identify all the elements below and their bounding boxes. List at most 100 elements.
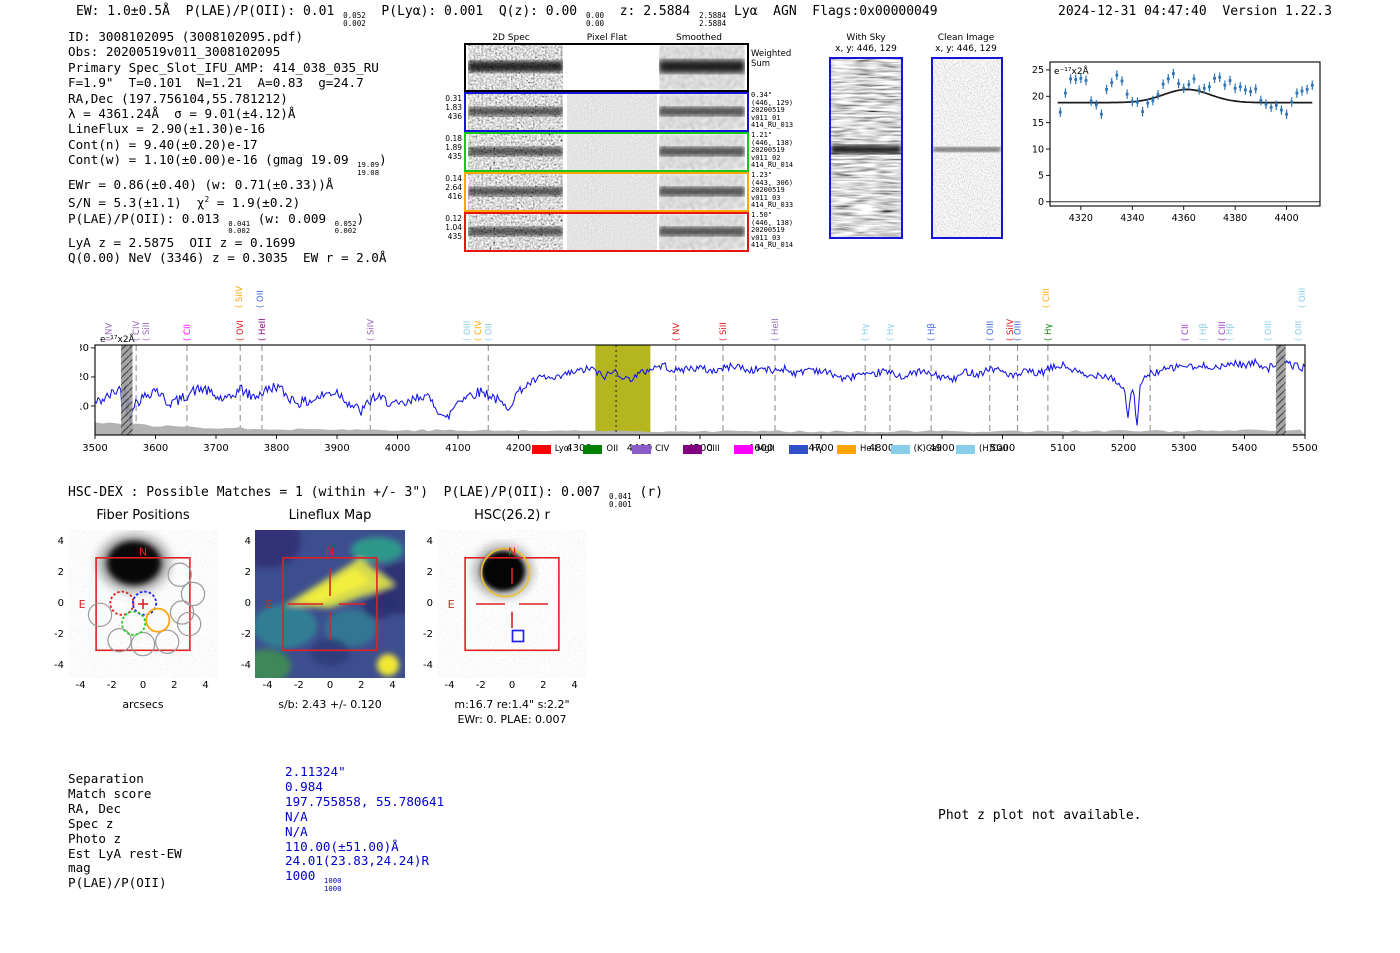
emission-line-label: ( SiIV [235, 286, 245, 308]
match-field-label: Separation [68, 771, 144, 786]
svg-text:30: 30 [80, 343, 89, 354]
legend-item: OII [583, 444, 618, 454]
cutout-row [464, 92, 749, 132]
hsc-mag-label: m:16.7 re:1.4" s:2.2" [454, 698, 570, 711]
match-field-value: 1000 1000 1000 [285, 868, 342, 894]
svg-text:10: 10 [1032, 144, 1044, 155]
x-tick-label: -2 [106, 680, 117, 691]
match-field-value: N/A [285, 808, 308, 824]
x-tick-label: -2 [475, 680, 486, 691]
cutout-row [464, 212, 749, 252]
y-tick-label: 0 [244, 598, 251, 609]
cutout-cell [468, 94, 563, 130]
cutout-row-id: 1.21" (446, 138) 20200519 v011_02 414_RU_014 [751, 131, 794, 170]
north-label: N [508, 545, 516, 558]
svg-text:4320: 4320 [1069, 213, 1093, 224]
clean-image [931, 57, 1003, 239]
col-header-pixel-flat: Pixel Flat [586, 33, 628, 43]
svg-text:4380: 4380 [1223, 213, 1247, 224]
match-table-labels: Separation Match score RA, Dec Spec z Photo … [68, 771, 182, 891]
match-field-value: 110.00(±51.00)Å [285, 838, 399, 854]
y-tick-label: 4 [57, 536, 64, 548]
with-sky-title: With Sky x, y: 446, 129 [835, 33, 897, 54]
measurement-line: Q(0.00) NeV (3346) z = 0.3035 EW r = 2.0… [68, 250, 387, 266]
match-field-label: RA, Dec [68, 800, 122, 816]
cutout-row-id: 0.34" (446, 129) 20200519 v011_01 414_RU_013 [751, 91, 794, 130]
match-field-label: mag [68, 860, 91, 876]
match-table-values: 2.11324" 0.984 197.755858, 55.780641 N/A N/A… [285, 764, 445, 894]
report-version: Version 1.22.3 [1222, 4, 1332, 19]
cutout-row-stats: 0.18 1.89 435 [445, 134, 462, 161]
weighted-pixel-flat-blank [567, 45, 657, 90]
photz-unavailable-note: Phot z plot not available. [938, 808, 1142, 823]
east-label: E [79, 598, 86, 611]
emission-line-label: ( SiII [719, 322, 729, 341]
cutout-cell [659, 134, 745, 170]
north-label: N [139, 545, 147, 558]
emission-line-label: ( HeII [771, 318, 781, 341]
report-datetime: 2024-12-31 04:47:40 [1058, 4, 1207, 19]
cutout-row-id: 1.50" (446, 138) 20200519 v011_03 414_RU_014 [751, 211, 794, 250]
legend-item: CIV [632, 444, 669, 454]
measurement-line: LineFlux = 2.90(±1.30)e-16 [68, 121, 266, 137]
y-tick-label: 4 [426, 536, 433, 548]
emission-line-label: ( CIV [474, 321, 484, 341]
emission-line-label: ( OIII [1014, 321, 1024, 341]
emission-line-label: ( CIV [132, 321, 142, 341]
emission-line-label: ( OIII [986, 321, 996, 341]
signal-highlight-band [595, 345, 651, 435]
match-field-label: P(LAE)/P(OII) [68, 875, 167, 891]
svg-text:25: 25 [1032, 65, 1044, 76]
match-field-value: 197.755858, 55.780641 [285, 793, 445, 809]
elixer-report-page: EW: 1.0±0.5Å P(LAE)/P(OII): 0.01 0.052 0.… [0, 0, 1400, 953]
emission-line-label: ( HeII [258, 318, 268, 341]
svg-text:20: 20 [1032, 92, 1044, 103]
measurement-block: ID: 3008102095 (3008102095.pdf) Obs: 2020… [68, 29, 387, 266]
cutout-row-stats: 0.31 1.83 436 [445, 94, 462, 121]
full-spectrum-plot: 3500360037003800390040004100420043004400… [80, 286, 1318, 454]
weighted-sum-label: Weighted Sum [751, 49, 792, 69]
measurement-line: ID: 3008102095 (3008102095.pdf) [68, 29, 304, 44]
x-tick-label: 2 [540, 680, 547, 691]
emission-line-label: ( CII [183, 324, 193, 341]
x-tick-label: -4 [262, 680, 273, 691]
match-field-label: Spec z [68, 815, 114, 831]
svg-text:20: 20 [80, 372, 89, 383]
svg-text:5400: 5400 [1232, 443, 1257, 454]
weighted-2d-spec-image [468, 45, 563, 90]
match-field-value: N/A [285, 823, 308, 839]
emission-line-label: ( CIII [1042, 289, 1052, 308]
spectrum-line [94, 355, 1306, 426]
measurement-line: EWr = 0.86(±0.40) (w: 0.71(±0.33))Å [68, 176, 334, 192]
measurement-line: RA,Dec (197.756104,55.781212) [68, 90, 288, 106]
y-tick-label: 0 [57, 598, 64, 609]
cutout-row [464, 132, 749, 172]
svg-text:5500: 5500 [1292, 443, 1317, 454]
emission-line-label: ( OVI [236, 320, 246, 341]
measurement-line: S/N = 5.3(±1.1) χ2 = 1.9(±0.2) [68, 195, 301, 211]
emission-line-label: ( Hγ [886, 324, 896, 341]
emission-line-label: ( Hγ [861, 324, 871, 341]
x-tick-label: -2 [293, 680, 304, 691]
emission-line-label: ( OII [256, 290, 266, 308]
with-sky-image [829, 57, 903, 239]
emission-line-label: ( OIII [1298, 288, 1308, 308]
cutout-row-stats: 0.14 2.64 416 [445, 174, 462, 201]
y-tick-label: -2 [241, 628, 251, 640]
emission-line-label: ( Hβ [1199, 323, 1209, 341]
lineflux-map-image: NE [255, 530, 405, 678]
legend-item: MgII [733, 444, 775, 454]
measurement-line: Primary Spec_Slot_IFU_AMP: 414_038_035_R… [68, 59, 379, 75]
legend-item: HeII [837, 444, 877, 454]
spectrum-legend: Lyα OII CIV CIII MgII Hγ HeII (K)CaII (H)CaII [420, 444, 1120, 454]
svg-text:3900: 3900 [324, 443, 349, 454]
emission-line-label: ( Hγ [1044, 324, 1054, 341]
y-tick-label: 2 [244, 567, 251, 579]
y-tick-label: -4 [54, 659, 64, 671]
measurement-line: Cont(n) = 9.40(±0.20)e-17 [68, 136, 258, 152]
y-tick-label: 4 [244, 536, 251, 548]
fiber-positions-title: Fiber Positions [96, 508, 190, 523]
spectrum-axis-ticks: 3500360037003800390040004100420043004400… [80, 343, 1318, 454]
east-label: E [266, 598, 273, 611]
svg-text:4340: 4340 [1120, 213, 1144, 224]
